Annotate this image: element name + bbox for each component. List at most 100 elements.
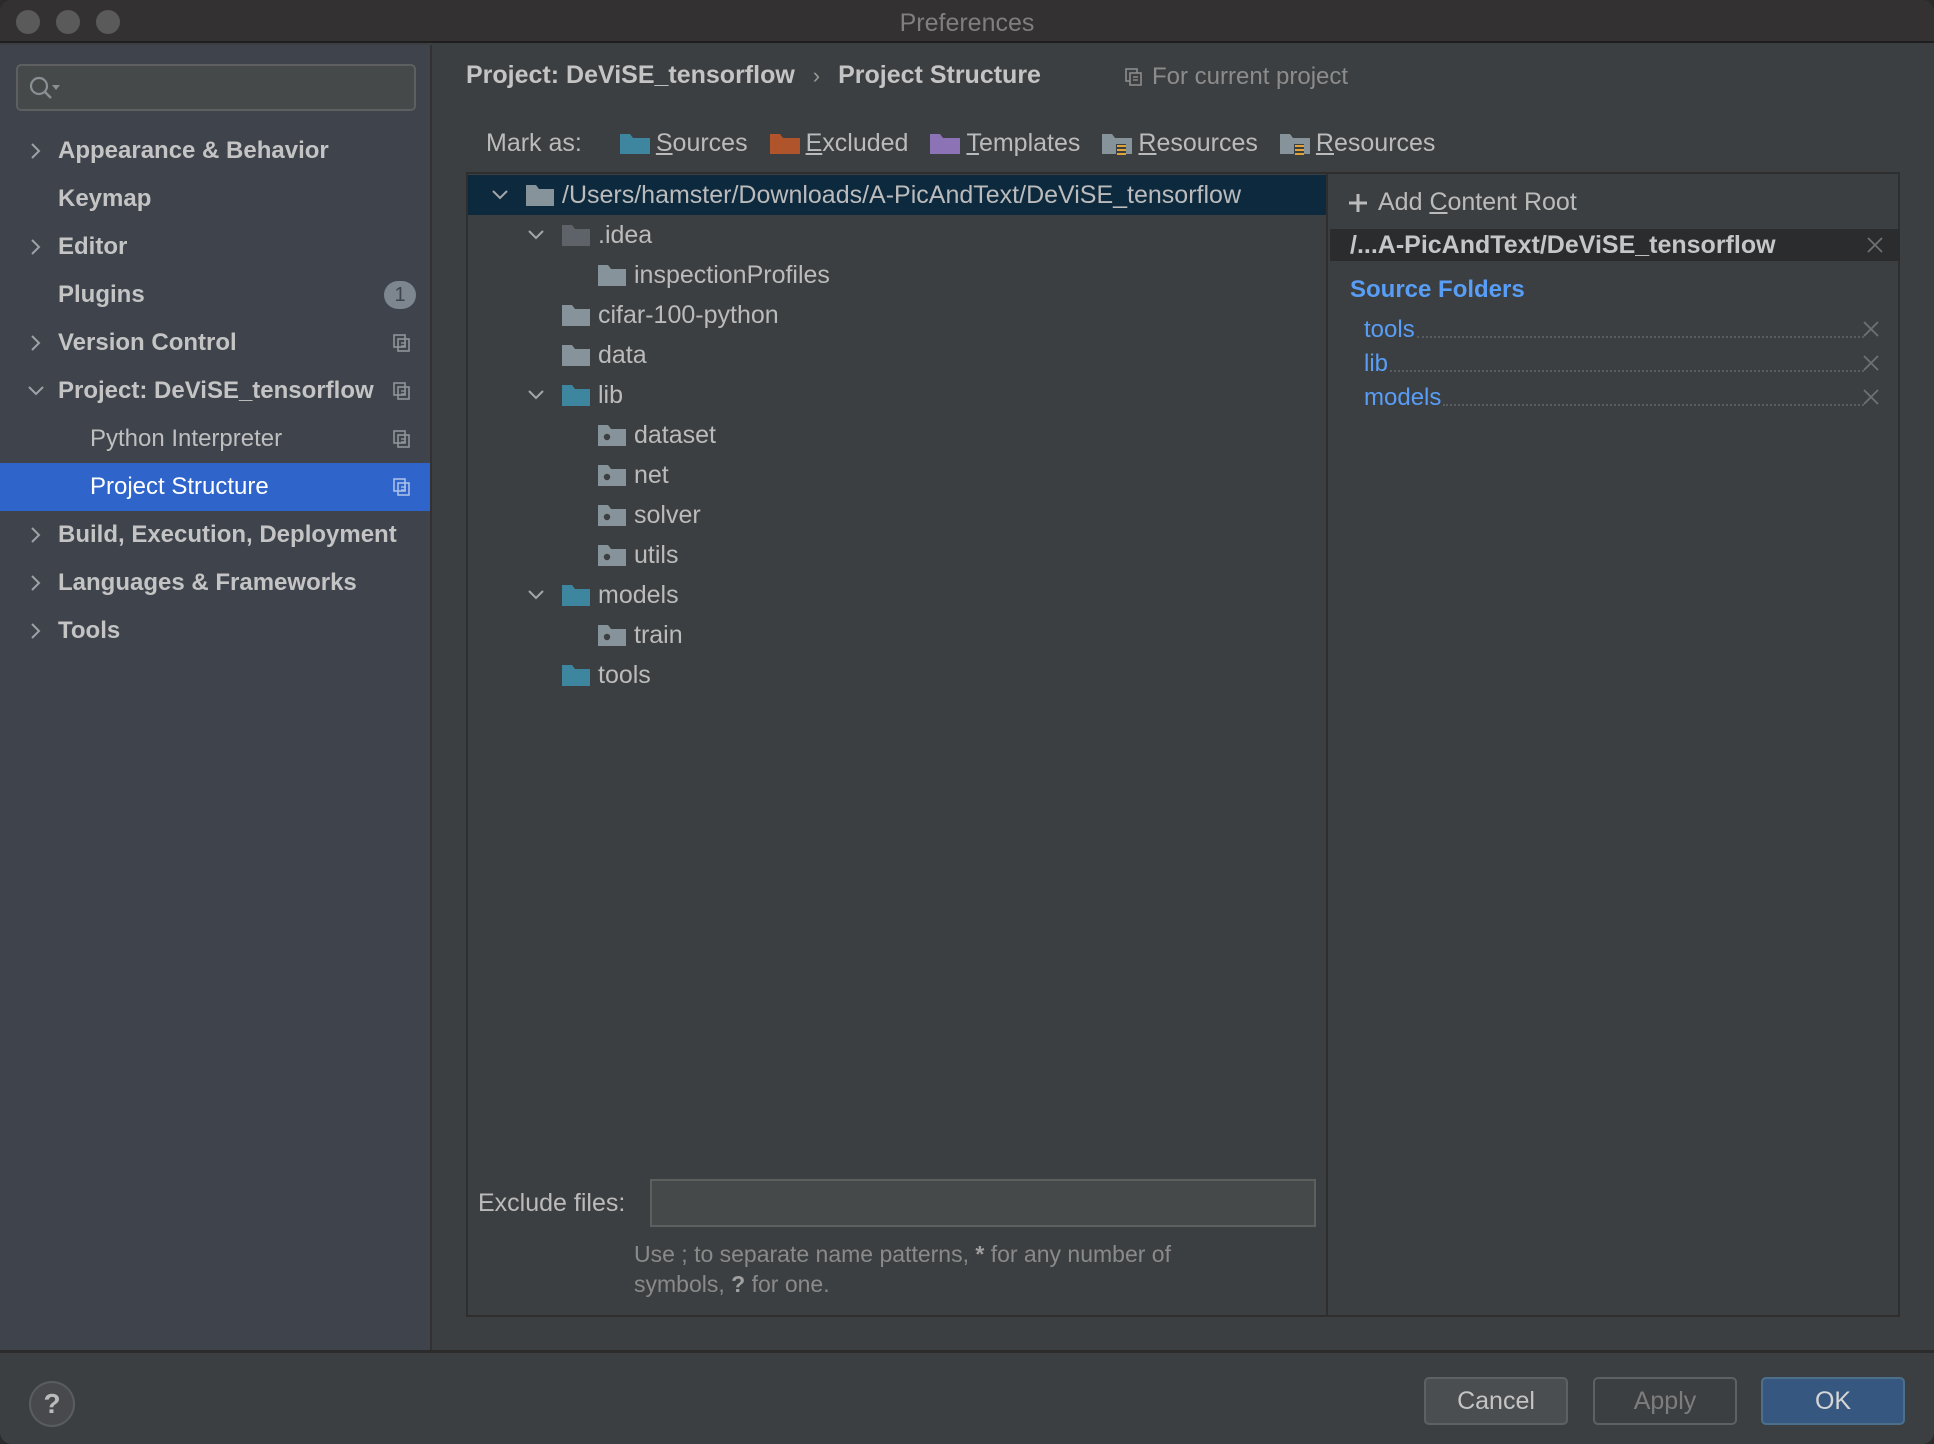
- chevron-right-icon[interactable]: [26, 333, 46, 353]
- sidebar-item[interactable]: Build, Execution, Deployment: [0, 511, 430, 559]
- cancel-button[interactable]: Cancel: [1424, 1377, 1568, 1425]
- tree-row-name: inspectionProfiles: [634, 260, 830, 289]
- source-folder-icon: [562, 585, 590, 606]
- sidebar-item-label: Project Structure: [90, 473, 269, 500]
- tree-row[interactable]: data: [468, 335, 1326, 375]
- tree-row-name: cifar-100-python: [598, 300, 779, 329]
- sidebar-item[interactable]: Project: DeViSE_tensorflow: [0, 367, 430, 415]
- tree-row-name: /Users/hamster/Downloads/A-PicAndText/De…: [562, 180, 1241, 209]
- chevron-down-icon[interactable]: [26, 381, 46, 401]
- tree-row[interactable]: net: [468, 455, 1326, 495]
- tree-row[interactable]: lib: [468, 375, 1326, 415]
- tree-row[interactable]: models: [468, 575, 1326, 615]
- project-scope-icon: [393, 334, 410, 352]
- add-content-root-button[interactable]: Add Content Root: [1348, 188, 1577, 217]
- content-root-path: /...A-PicAndText/DeViSE_tensorflow: [1350, 230, 1776, 259]
- hint-wildcard-question: ?: [731, 1271, 746, 1297]
- source-folder-name: lib: [1364, 350, 1389, 377]
- chevron-right-icon[interactable]: [26, 573, 46, 593]
- sidebar-item-label: Tools: [58, 617, 121, 644]
- sidebar-item[interactable]: Languages & Frameworks: [0, 559, 430, 607]
- source-folders-title: Source Folders: [1350, 276, 1525, 303]
- scope-note: For current project: [1124, 63, 1348, 91]
- mark-as-excluded-button[interactable]: Excluded: [769, 129, 908, 158]
- sidebar-item-label: Editor: [58, 233, 128, 260]
- tree-row-name: train: [634, 620, 683, 649]
- tree-row[interactable]: cifar-100-python: [468, 295, 1326, 335]
- package-folder-icon: [598, 505, 626, 526]
- folder-tree: /Users/hamster/Downloads/A-PicAndText/De…: [468, 174, 1328, 1315]
- chevron-right-icon[interactable]: [26, 237, 46, 257]
- chevron-right-icon[interactable]: [26, 621, 46, 641]
- tree-row-name: dataset: [634, 420, 717, 449]
- project-scope-icon: [393, 382, 410, 400]
- sidebar-item[interactable]: Project Structure: [0, 463, 430, 511]
- tree-row[interactable]: solver: [468, 495, 1326, 535]
- sidebar-item-label: Plugins: [58, 281, 145, 308]
- chevron-right-icon[interactable]: [26, 141, 46, 161]
- tree-root-row[interactable]: /Users/hamster/Downloads/A-PicAndText/De…: [468, 175, 1326, 215]
- ok-button[interactable]: OK: [1761, 1377, 1905, 1425]
- remove-source-folder-icon[interactable]: [1862, 388, 1880, 406]
- mark-as-button-label: Resources: [1315, 129, 1436, 157]
- sidebar-item[interactable]: Keymap: [0, 175, 430, 223]
- source-folder-item[interactable]: lib: [1364, 346, 1884, 378]
- exclude-files-input[interactable]: [650, 1179, 1316, 1227]
- mark-as-resources-button[interactable]: Resources: [1102, 129, 1258, 158]
- add-content-root-label: Add Content Root: [1378, 188, 1577, 216]
- chevron-down-icon[interactable]: [526, 585, 546, 605]
- remove-source-folder-icon[interactable]: [1862, 320, 1880, 338]
- remove-content-root-icon[interactable]: [1866, 236, 1884, 254]
- source-folder-item[interactable]: tools: [1364, 312, 1884, 344]
- tree-row[interactable]: dataset: [468, 415, 1326, 455]
- folder-icon: [598, 265, 626, 286]
- sidebar-item[interactable]: Version Control: [0, 319, 430, 367]
- dotted-leader: [1390, 370, 1864, 372]
- mark-as-sources-button[interactable]: Sources: [619, 129, 748, 158]
- project-scope-icon: [1125, 68, 1142, 86]
- tree-row[interactable]: tools: [468, 655, 1326, 695]
- mark-as-resources-button[interactable]: Resources: [1279, 129, 1436, 158]
- breadcrumb-separator-icon: ›: [812, 62, 821, 88]
- chevron-down-icon[interactable]: [526, 225, 546, 245]
- source-folder-item[interactable]: models: [1364, 380, 1884, 412]
- help-button[interactable]: ?: [29, 1381, 75, 1427]
- folder-icon: [562, 225, 590, 246]
- folder-icon: [562, 345, 590, 366]
- breadcrumb: Project: DeViSE_tensorflow › Project Str…: [466, 61, 1041, 90]
- apply-button[interactable]: Apply: [1593, 1377, 1737, 1425]
- tree-row[interactable]: train: [468, 615, 1326, 655]
- project-structure-page: Project: DeViSE_tensorflow › Project Str…: [434, 45, 1934, 1350]
- sidebar-item[interactable]: Plugins 1: [0, 271, 430, 319]
- sidebar-item-label: Keymap: [58, 185, 152, 212]
- sidebar-item[interactable]: Editor: [0, 223, 430, 271]
- plus-icon: [1349, 193, 1367, 212]
- exclude-files-label: Exclude files:: [478, 1189, 626, 1217]
- mark-as-label: Mark as:: [486, 129, 582, 157]
- dotted-leader: [1416, 336, 1864, 338]
- tree-row[interactable]: inspectionProfiles: [468, 255, 1326, 295]
- settings-search-input[interactable]: [16, 64, 416, 111]
- mark-as-button-label: Resources: [1138, 129, 1258, 157]
- breadcrumb-project: Project: DeViSE_tensorflow: [466, 61, 795, 89]
- window-title: Preferences: [899, 9, 1035, 37]
- sidebar-item-label: Version Control: [58, 329, 237, 356]
- sidebar-item-label: Build, Execution, Deployment: [58, 521, 397, 548]
- mark-as-templates-button[interactable]: Templates: [930, 129, 1080, 158]
- folder-icon: [562, 305, 590, 326]
- chevron-down-icon[interactable]: [490, 185, 510, 205]
- tree-row[interactable]: .idea: [468, 215, 1326, 255]
- remove-source-folder-icon[interactable]: [1862, 354, 1880, 372]
- sidebar-item[interactable]: Python Interpreter: [0, 415, 430, 463]
- sidebar-item[interactable]: Appearance & Behavior: [0, 127, 430, 175]
- search-options-chevron-icon: [52, 85, 60, 90]
- dotted-leader: [1443, 404, 1864, 406]
- tree-row-name: .idea: [598, 220, 653, 249]
- sidebar-item[interactable]: Tools: [0, 607, 430, 655]
- content-root-header[interactable]: /...A-PicAndText/DeViSE_tensorflow: [1330, 229, 1900, 261]
- tree-row[interactable]: utils: [468, 535, 1326, 575]
- preferences-window: Preferences Appearance & Behavior Keymap E…: [0, 0, 1934, 1444]
- chevron-down-icon[interactable]: [526, 385, 546, 405]
- chevron-right-icon[interactable]: [26, 525, 46, 545]
- scope-note-text: For current project: [1152, 63, 1349, 90]
